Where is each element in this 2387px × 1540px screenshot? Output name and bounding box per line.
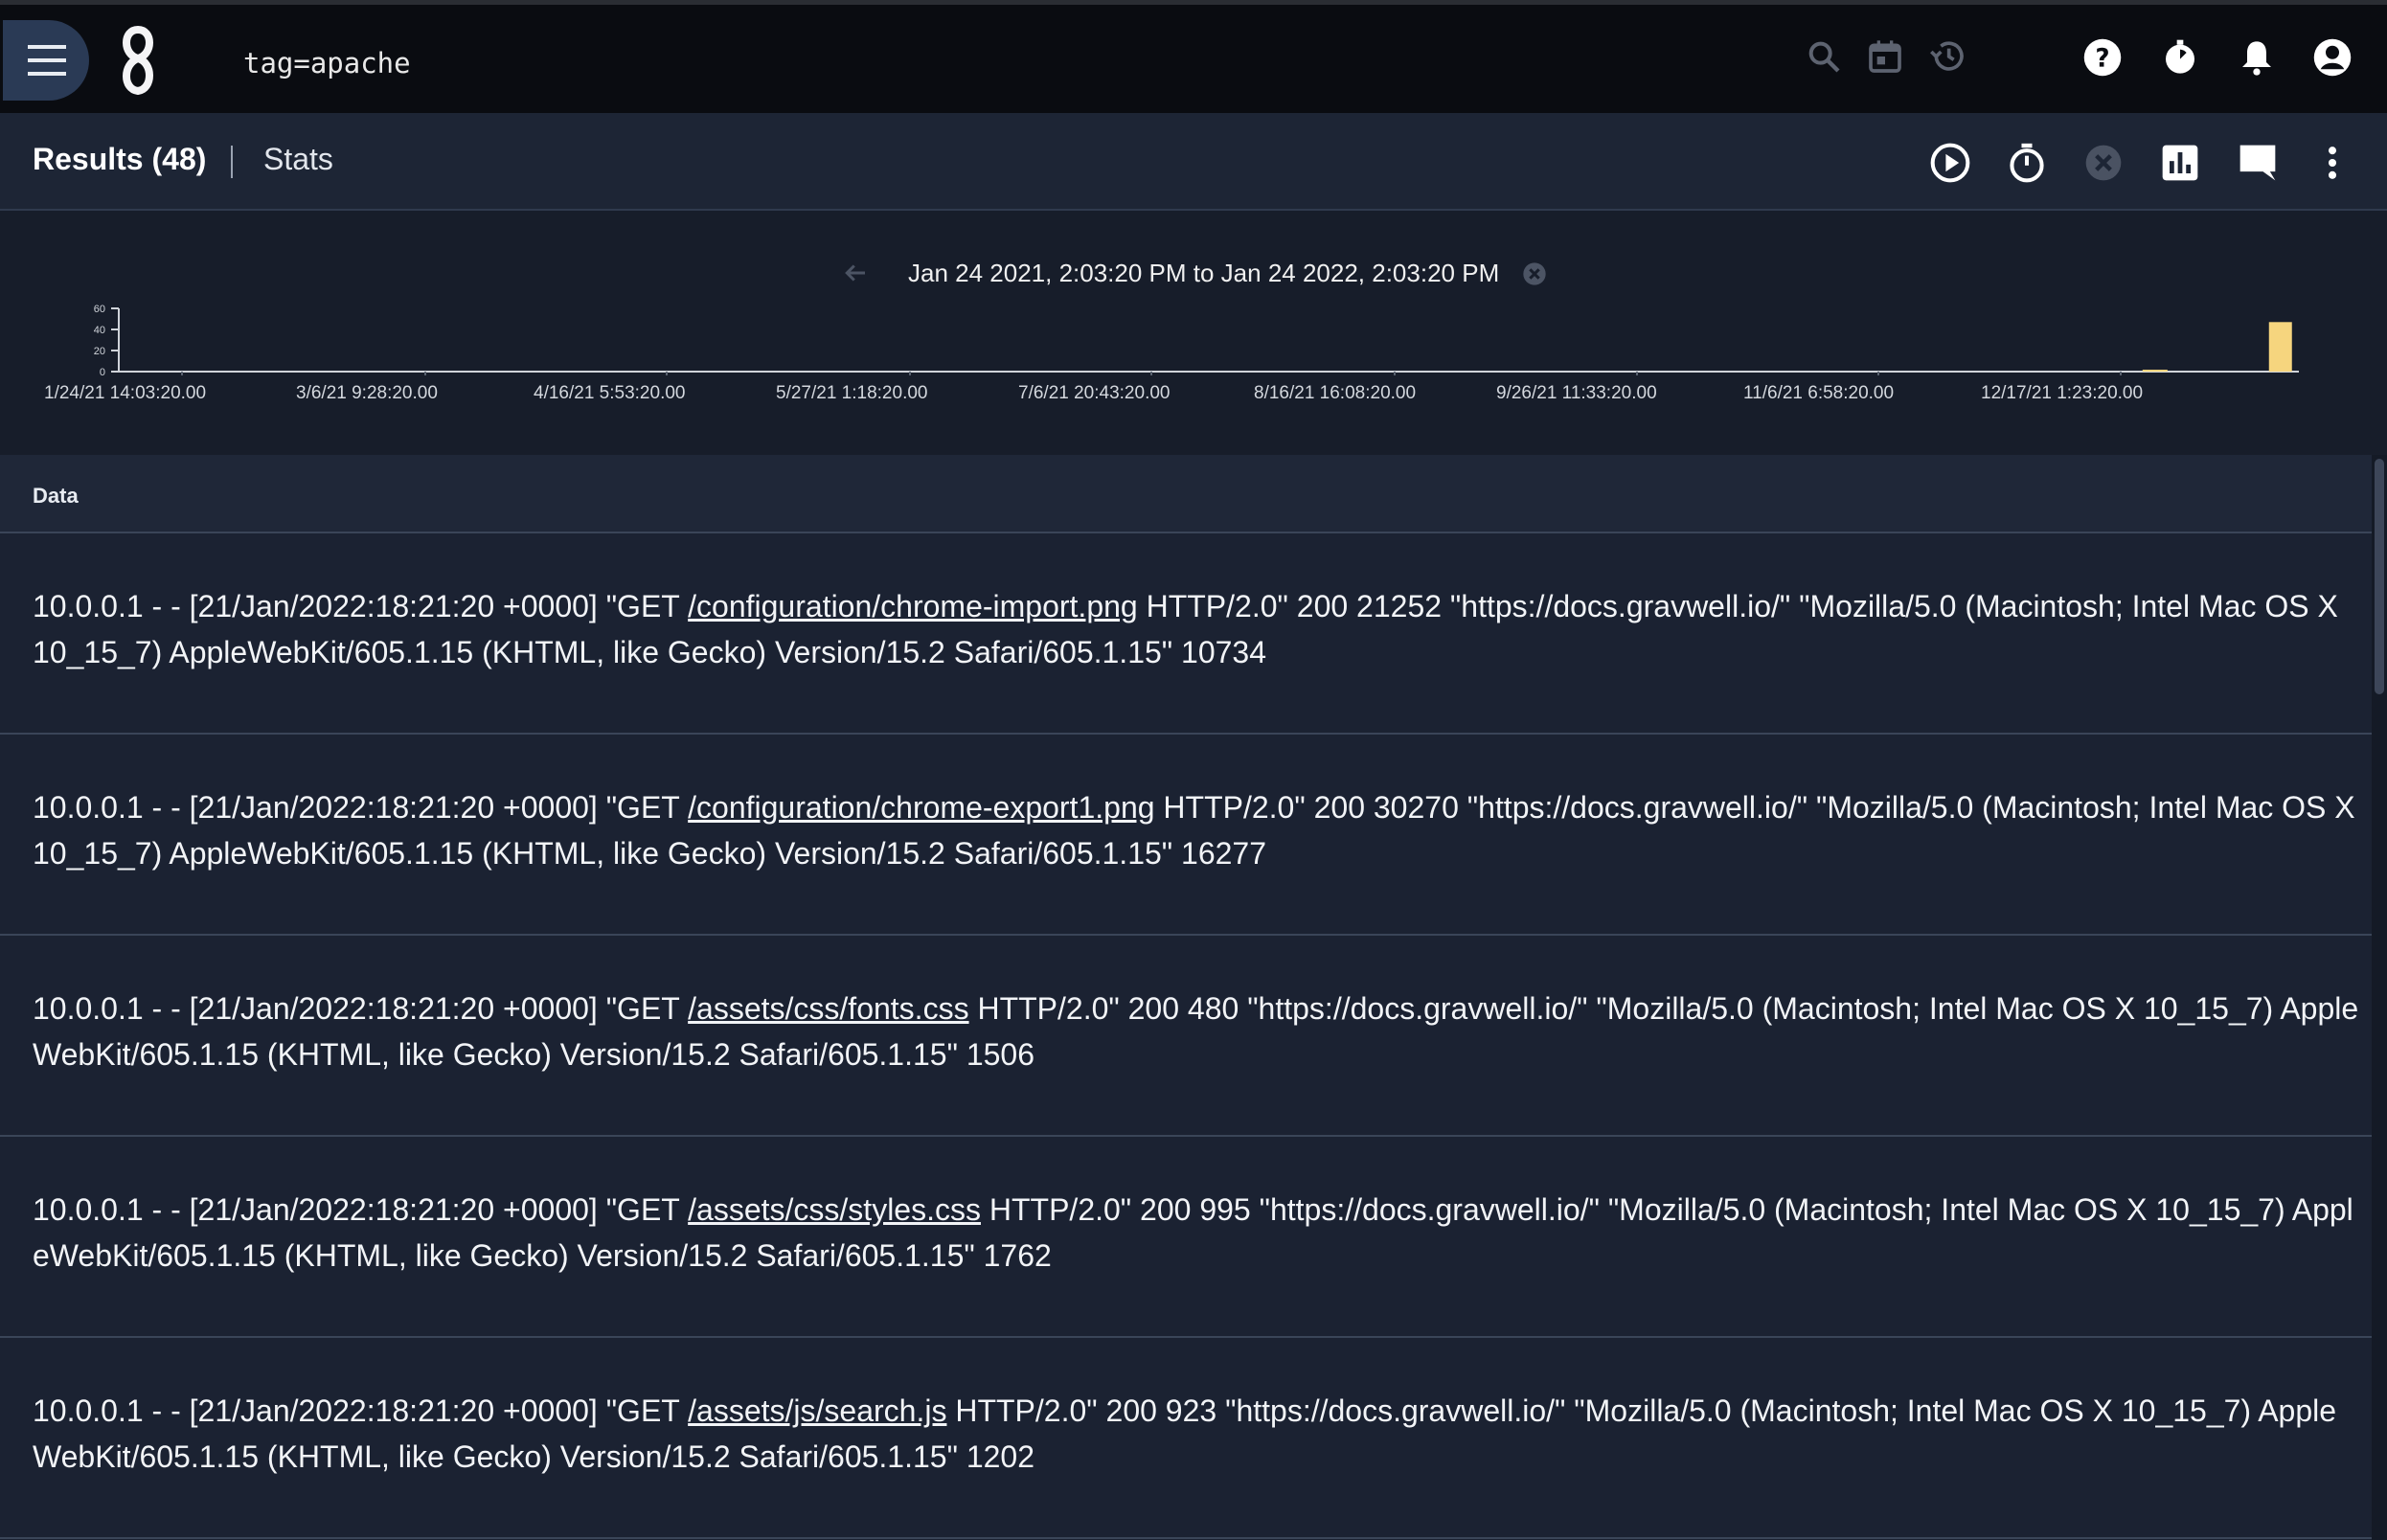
x-tick-label: 8/16/21 16:08:20.00 bbox=[1254, 383, 1417, 403]
log-entry-path-link[interactable]: /assets/css/styles.css bbox=[688, 1192, 981, 1227]
y-tick-label: 20 bbox=[94, 346, 105, 357]
chart-icon[interactable] bbox=[2159, 142, 2201, 189]
bell-icon[interactable] bbox=[2238, 37, 2276, 78]
tab-results[interactable]: Results (48) bbox=[33, 142, 206, 177]
log-entry-text: 10.0.0.1 - - [21/Jan/2022:18:21:20 +0000… bbox=[33, 985, 2360, 1077]
menu-icon bbox=[28, 45, 66, 76]
stopwatch-icon[interactable] bbox=[2006, 142, 2048, 189]
log-entry-path-link[interactable]: /assets/js/search.js bbox=[688, 1393, 946, 1428]
gravwell-logo[interactable] bbox=[115, 25, 161, 100]
scrollbar[interactable] bbox=[2372, 455, 2387, 1540]
tab-divider bbox=[231, 146, 233, 178]
column-header: Data bbox=[0, 455, 2372, 533]
results-list: 10.0.0.1 - - [21/Jan/2022:18:21:20 +0000… bbox=[0, 533, 2372, 1539]
comment-icon[interactable] bbox=[2236, 142, 2280, 189]
x-tick-label: 9/26/21 11:33:20.00 bbox=[1496, 383, 1657, 403]
log-entry-prefix: 10.0.0.1 - - [21/Jan/2022:18:21:20 +0000… bbox=[33, 790, 689, 825]
cancel-icon bbox=[2082, 142, 2125, 189]
time-range-label: Jan 24 2021, 2:03:20 PM to Jan 24 2022, … bbox=[908, 259, 1500, 287]
log-entry-prefix: 10.0.0.1 - - [21/Jan/2022:18:21:20 +0000… bbox=[33, 991, 689, 1026]
history-icon[interactable] bbox=[1927, 37, 1967, 76]
table-row[interactable]: 10.0.0.1 - - [21/Jan/2022:18:21:20 +0000… bbox=[0, 936, 2372, 1137]
play-icon[interactable] bbox=[1929, 142, 1971, 189]
results-toolbar: Results (48) Stats bbox=[0, 113, 2387, 211]
svg-text:?: ? bbox=[2095, 45, 2109, 74]
top-bar: tag=apache ? bbox=[0, 0, 2387, 113]
histogram-bar bbox=[2142, 370, 2168, 372]
y-tick-label: 40 bbox=[94, 325, 105, 336]
histogram-chart[interactable]: 60 40 20 0 bbox=[0, 211, 2387, 455]
log-entry-path-link[interactable]: /configuration/chrome-export1.png bbox=[688, 790, 1154, 825]
y-tick-label: 60 bbox=[94, 304, 105, 315]
x-tick-label: 7/6/21 20:43:20.00 bbox=[1018, 383, 1171, 403]
search-query[interactable]: tag=apache bbox=[243, 47, 411, 79]
scrollbar-thumb[interactable] bbox=[2375, 459, 2384, 694]
timer-icon[interactable] bbox=[2161, 37, 2199, 78]
x-tick-label: 11/6/21 6:58:20.00 bbox=[1743, 383, 1895, 403]
histogram-bar bbox=[2268, 322, 2292, 372]
table-row[interactable]: 10.0.0.1 - - [21/Jan/2022:18:21:20 +0000… bbox=[0, 533, 2372, 735]
y-tick-label: 0 bbox=[100, 367, 105, 378]
x-tick-label: 3/6/21 9:28:20.00 bbox=[296, 383, 438, 403]
log-entry-prefix: 10.0.0.1 - - [21/Jan/2022:18:21:20 +0000… bbox=[33, 1192, 689, 1227]
tab-stats[interactable]: Stats bbox=[263, 142, 333, 177]
search-icon[interactable] bbox=[1805, 37, 1843, 76]
log-entry-text: 10.0.0.1 - - [21/Jan/2022:18:21:20 +0000… bbox=[33, 784, 2360, 876]
log-entry-text: 10.0.0.1 - - [21/Jan/2022:18:21:20 +0000… bbox=[33, 1388, 2360, 1480]
table-row[interactable]: 10.0.0.1 - - [21/Jan/2022:18:21:20 +0000… bbox=[0, 1338, 2372, 1539]
x-tick-label: 12/17/21 1:23:20.00 bbox=[1981, 383, 2144, 403]
log-entry-path-link[interactable]: /assets/css/fonts.css bbox=[688, 991, 968, 1026]
x-tick-label: 4/16/21 5:53:20.00 bbox=[534, 383, 686, 403]
table-row[interactable]: 10.0.0.1 - - [21/Jan/2022:18:21:20 +0000… bbox=[0, 735, 2372, 936]
x-tick-label: 1/24/21 14:03:20.00 bbox=[44, 383, 207, 403]
help-icon[interactable]: ? bbox=[2082, 37, 2123, 78]
log-entry-text: 10.0.0.1 - - [21/Jan/2022:18:21:20 +0000… bbox=[33, 1187, 2360, 1279]
back-arrow-icon[interactable] bbox=[841, 259, 870, 292]
table-row[interactable]: 10.0.0.1 - - [21/Jan/2022:18:21:20 +0000… bbox=[0, 1137, 2372, 1338]
log-entry-path-link[interactable]: /configuration/chrome-import.png bbox=[688, 589, 1138, 623]
x-tick-label: 5/27/21 1:18:20.00 bbox=[776, 383, 928, 403]
calendar-icon[interactable] bbox=[1866, 37, 1904, 76]
log-entry-prefix: 10.0.0.1 - - [21/Jan/2022:18:21:20 +0000… bbox=[33, 589, 689, 623]
account-icon[interactable] bbox=[2312, 37, 2353, 78]
log-entry-text: 10.0.0.1 - - [21/Jan/2022:18:21:20 +0000… bbox=[33, 583, 2360, 675]
log-entry-prefix: 10.0.0.1 - - [21/Jan/2022:18:21:20 +0000… bbox=[33, 1393, 689, 1428]
menu-button[interactable] bbox=[3, 20, 89, 101]
clear-range-icon[interactable] bbox=[1521, 260, 1548, 292]
column-header-data[interactable]: Data bbox=[33, 484, 79, 509]
histogram-panel: 60 40 20 0 Jan 24 2021, 2:03:20 PM to Jan 2… bbox=[0, 211, 2387, 455]
more-vert-icon[interactable] bbox=[2318, 142, 2347, 189]
